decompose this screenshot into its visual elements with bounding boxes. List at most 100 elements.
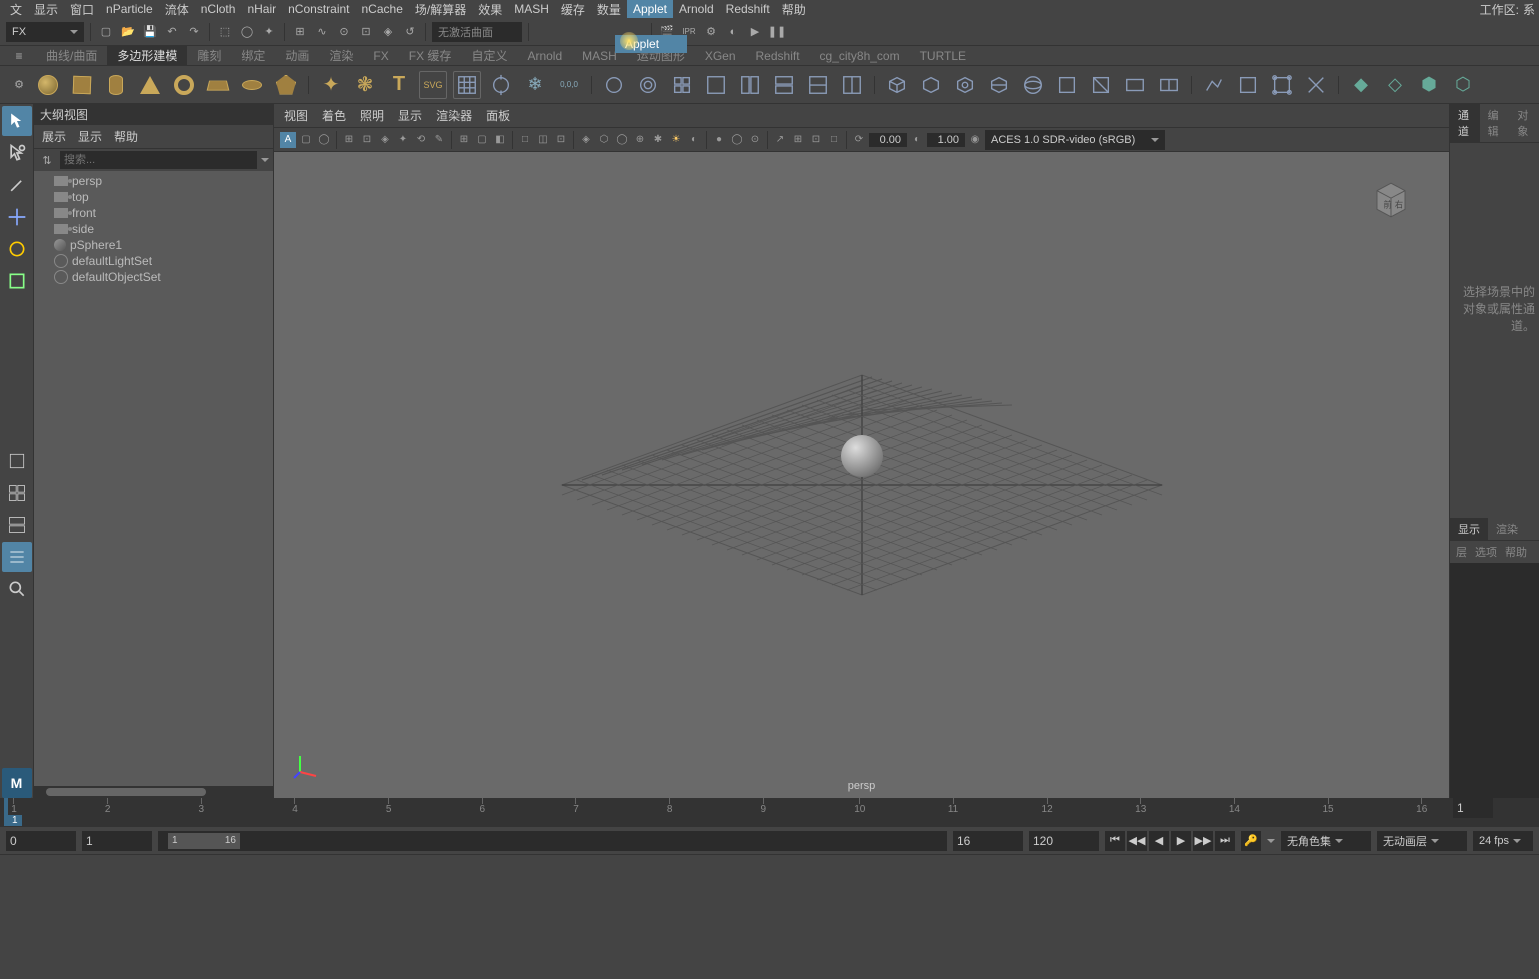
shelf-tab-anim[interactable]: 动画 bbox=[275, 45, 319, 66]
anim-layer-dropdown[interactable]: 无动画层 bbox=[1377, 831, 1467, 851]
snap-toggle-icon[interactable]: ↺ bbox=[401, 23, 419, 41]
vp-icon-12[interactable]: □ bbox=[517, 132, 533, 148]
go-to-start-button[interactable]: ⏮ bbox=[1105, 831, 1125, 851]
menu-quantity[interactable]: 数量 bbox=[591, 0, 627, 20]
tool-sq3-icon[interactable]: ⬢ bbox=[1415, 71, 1443, 99]
vp-icon-3[interactable]: ⊞ bbox=[341, 132, 357, 148]
undo-icon[interactable]: ↶ bbox=[163, 23, 181, 41]
shelf-tab-render[interactable]: 渲染 bbox=[319, 45, 363, 66]
vp-gamma-field[interactable]: 1.00 bbox=[927, 133, 965, 147]
outliner-item-front[interactable]: front bbox=[38, 205, 269, 221]
outliner-toggle[interactable] bbox=[2, 542, 32, 572]
shelf-tab-polymodel[interactable]: 多边形建模 bbox=[107, 45, 187, 66]
vp-icon-11[interactable]: ◧ bbox=[492, 132, 508, 148]
poly-svg-icon[interactable]: SVG bbox=[419, 71, 447, 99]
tool-box1-icon[interactable] bbox=[1121, 71, 1149, 99]
menu-ncache[interactable]: nCache bbox=[356, 0, 409, 18]
poly-disc-icon[interactable] bbox=[238, 71, 266, 99]
shelf-tab-custom[interactable]: 自定义 bbox=[461, 45, 517, 66]
menu-help[interactable]: 帮助 bbox=[776, 0, 812, 20]
vp-icon-21[interactable]: ● bbox=[711, 132, 727, 148]
tool-cube5-icon[interactable] bbox=[1053, 71, 1081, 99]
shelf-tab-sculpt[interactable]: 雕刻 bbox=[187, 45, 231, 66]
outliner-item-side[interactable]: side bbox=[38, 221, 269, 237]
open-scene-icon[interactable]: 📂 bbox=[119, 23, 137, 41]
psphere1-mesh[interactable] bbox=[841, 435, 883, 477]
outliner-item-lightset[interactable]: defaultLightSet bbox=[38, 253, 269, 269]
vp-icon-16[interactable]: ⬡ bbox=[596, 132, 612, 148]
vp-icon-1[interactable]: ▢ bbox=[298, 132, 314, 148]
outliner-menu-show[interactable]: 展示 bbox=[42, 128, 66, 145]
tool-cube6-icon[interactable] bbox=[1087, 71, 1115, 99]
snap-point-icon[interactable]: ⊙ bbox=[335, 23, 353, 41]
menu-display[interactable]: 显示 bbox=[28, 0, 64, 20]
vp-icon-23[interactable]: ⊙ bbox=[747, 132, 763, 148]
tool-quad4-icon[interactable] bbox=[770, 71, 798, 99]
snap-curve-icon[interactable]: ∿ bbox=[313, 23, 331, 41]
tool-quad2-icon[interactable] bbox=[702, 71, 730, 99]
menu-file[interactable]: 文 bbox=[4, 0, 28, 20]
play-back-button[interactable]: ◀ bbox=[1149, 831, 1169, 851]
vp-colorspace-dropdown[interactable]: ACES 1.0 SDR-video (sRGB) bbox=[985, 130, 1165, 150]
tool-quad1-icon[interactable] bbox=[668, 71, 696, 99]
tool-cube3-icon[interactable] bbox=[951, 71, 979, 99]
menu-nparticle[interactable]: nParticle bbox=[100, 0, 159, 18]
tool-sq4-icon[interactable]: ⬡ bbox=[1449, 71, 1477, 99]
vp-icon-15[interactable]: ◈ bbox=[578, 132, 594, 148]
poly-cone-icon[interactable] bbox=[136, 71, 164, 99]
shelf-tab-rigging[interactable]: 绑定 bbox=[231, 45, 275, 66]
menu-fluid[interactable]: 流体 bbox=[159, 0, 195, 20]
layout-four[interactable] bbox=[2, 478, 32, 508]
step-fwd-button[interactable]: ▶▶ bbox=[1193, 831, 1213, 851]
shelf-tab-xgen[interactable]: XGen bbox=[695, 47, 746, 65]
poly-coord-icon[interactable]: 0,0,0 bbox=[555, 71, 583, 99]
outliner-item-objectset[interactable]: defaultObjectSet bbox=[38, 269, 269, 285]
vp-icon-6[interactable]: ✦ bbox=[395, 132, 411, 148]
poly-swirl-icon[interactable]: ❃ bbox=[351, 71, 379, 99]
move-tool[interactable] bbox=[2, 202, 32, 232]
shelf-menu-icon[interactable]: ≡ bbox=[10, 47, 28, 65]
poly-plane-icon[interactable] bbox=[204, 71, 232, 99]
shelf-tab-curves[interactable]: 曲线/曲面 bbox=[36, 45, 107, 66]
vp-menu-view[interactable]: 视图 bbox=[284, 107, 308, 124]
menu-nconstraint[interactable]: nConstraint bbox=[282, 0, 355, 18]
pause-icon[interactable]: ❚❚ bbox=[768, 23, 786, 41]
vp-select-cam-icon[interactable]: A bbox=[280, 132, 296, 148]
vp-icon-19[interactable]: ✱ bbox=[650, 132, 666, 148]
poly-text-icon[interactable]: T bbox=[385, 71, 413, 99]
vp-exposure-field[interactable]: 0.00 bbox=[869, 133, 907, 147]
tool-sphere2-icon[interactable] bbox=[1019, 71, 1047, 99]
timeline-end-field[interactable]: 1 bbox=[1453, 798, 1493, 818]
vp-icon-4[interactable]: ⊡ bbox=[359, 132, 375, 148]
tool-circle1-icon[interactable] bbox=[600, 71, 628, 99]
anim-start-field[interactable]: 0 bbox=[6, 831, 76, 851]
play-icon[interactable]: ▶ bbox=[746, 23, 764, 41]
tab-object[interactable]: 对象 bbox=[1509, 104, 1539, 142]
shelf-tab-redshift[interactable]: Redshift bbox=[746, 47, 810, 65]
tool-box2-icon[interactable] bbox=[1155, 71, 1183, 99]
tool-quad6-icon[interactable] bbox=[838, 71, 866, 99]
vp-refresh-icon[interactable]: ⟳ bbox=[851, 132, 867, 148]
poly-platonic-icon[interactable] bbox=[272, 71, 300, 99]
outliner-h-scrollbar[interactable] bbox=[34, 786, 273, 798]
poly-sphere-icon[interactable] bbox=[34, 71, 62, 99]
tool-quad3-icon[interactable] bbox=[736, 71, 764, 99]
maya-logo-icon[interactable]: M bbox=[2, 768, 32, 798]
vp-menu-renderer[interactable]: 渲染器 bbox=[436, 107, 472, 124]
vp-menu-show[interactable]: 显示 bbox=[398, 107, 422, 124]
vp-icon-8[interactable]: ✎ bbox=[431, 132, 447, 148]
chevron-down-icon[interactable] bbox=[261, 158, 269, 162]
vp-icon-9[interactable]: ⊞ bbox=[456, 132, 472, 148]
lasso-icon[interactable]: ◯ bbox=[238, 23, 256, 41]
viewcube-icon[interactable]: 前 右 bbox=[1363, 172, 1419, 228]
play-fwd-button[interactable]: ▶ bbox=[1171, 831, 1191, 851]
layout-single[interactable] bbox=[2, 446, 32, 476]
vp-icon-14[interactable]: ⊡ bbox=[553, 132, 569, 148]
vp-colorspace-icon[interactable]: ◉ bbox=[967, 132, 983, 148]
vp-light-icon[interactable]: ☀ bbox=[668, 132, 684, 148]
paint-select-icon[interactable]: ✦ bbox=[260, 23, 278, 41]
fps-dropdown[interactable]: 24 fps bbox=[1473, 831, 1533, 851]
tab-edit[interactable]: 编辑 bbox=[1480, 104, 1510, 142]
filter-icon[interactable]: ⇅ bbox=[38, 151, 56, 169]
vp-icon-24[interactable]: ↗ bbox=[772, 132, 788, 148]
